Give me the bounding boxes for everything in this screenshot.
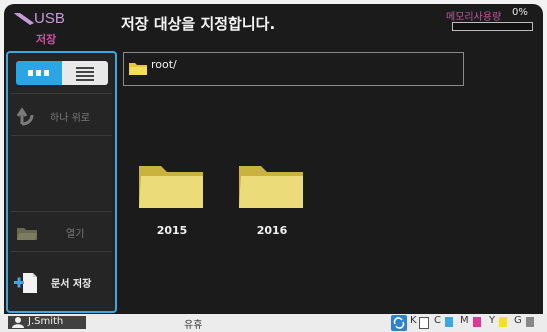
user-badge[interactable]: J.Smith	[8, 316, 86, 329]
folder-icon	[239, 166, 303, 208]
list-icon	[76, 67, 94, 81]
ink-level-g	[526, 317, 534, 327]
ink-label-g: G	[514, 315, 522, 326]
up-one-level-label: 하나 위로	[50, 113, 90, 124]
path-display: root/	[123, 52, 464, 86]
sidebar: 하나 위로 열기 문서 저장	[6, 51, 117, 313]
icon-view-button[interactable]	[16, 61, 62, 85]
current-path: root/	[151, 58, 177, 71]
folder-item[interactable]: 2016	[237, 162, 307, 242]
add-document-icon	[14, 273, 37, 293]
grid-icon	[28, 70, 49, 76]
open-button[interactable]: 열기	[8, 217, 115, 247]
ink-level-c	[445, 317, 453, 327]
up-arrow-icon	[16, 107, 34, 126]
folder-item[interactable]: 2015	[137, 162, 207, 242]
folder-icon	[129, 63, 147, 75]
app-title: USB 저장	[4, 4, 115, 48]
device-frame: USB 저장 저장 대상을 지정합니다. 메모리사용량 0% 하나 위로 열기 …	[0, 0, 547, 332]
ink-level-y	[499, 317, 507, 327]
view-toggle	[16, 61, 108, 85]
user-name: J.Smith	[28, 316, 64, 327]
divider	[11, 251, 112, 252]
pencil-icon	[14, 13, 34, 25]
refresh-icon[interactable]	[391, 315, 407, 331]
memory-usage-label: 메모리사용량	[446, 12, 502, 23]
save-document-button[interactable]: 문서 저장	[8, 267, 115, 297]
page-title: 저장 대상을 지정합니다.	[121, 15, 276, 33]
machine-status: 유휴	[184, 320, 203, 331]
save-document-label: 문서 저장	[51, 279, 92, 290]
list-view-button[interactable]	[62, 61, 108, 85]
divider	[11, 93, 112, 94]
memory-usage-value: 0%	[512, 7, 528, 18]
open-label: 열기	[66, 229, 85, 240]
folder-icon	[139, 166, 203, 208]
ink-level-k	[419, 317, 429, 329]
up-one-level-button[interactable]: 하나 위로	[8, 101, 115, 131]
ink-label-y: Y	[489, 315, 496, 326]
app-mode: 저장	[36, 33, 57, 46]
app-name: USB	[34, 10, 65, 27]
folder-name: 2016	[256, 224, 288, 237]
user-icon	[12, 317, 24, 328]
divider	[11, 135, 112, 136]
ink-label-m: M	[460, 315, 469, 326]
memory-usage-bar	[452, 22, 533, 31]
ink-label-c: C	[434, 315, 441, 326]
ink-level-m	[473, 317, 481, 327]
status-bar: J.Smith 유휴 K C M Y G	[0, 314, 547, 332]
folder-name: 2015	[156, 224, 188, 237]
ink-label-k: K	[410, 315, 417, 326]
divider	[11, 211, 112, 212]
folder-icon	[17, 228, 37, 240]
